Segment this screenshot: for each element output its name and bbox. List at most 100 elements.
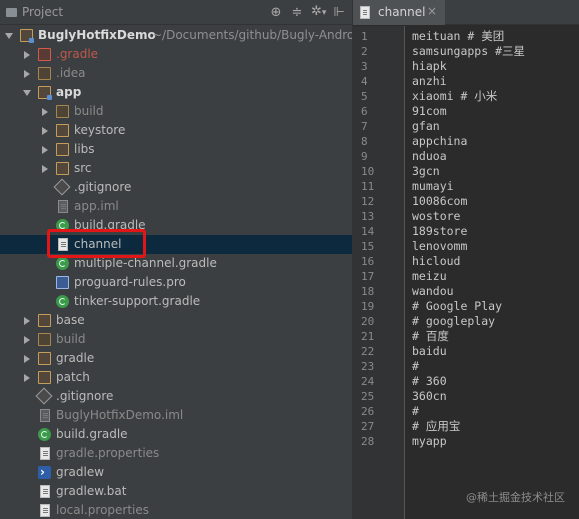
tree-item-gitignore[interactable]: .gitignore [0, 178, 352, 197]
tree-item-app-iml[interactable]: app.iml [0, 197, 352, 216]
code-line[interactable]: nduoa [412, 149, 447, 164]
expand-arrow-down-icon[interactable] [4, 26, 14, 45]
tree-item-label: local.properties [56, 503, 150, 517]
expand-arrow-right-icon[interactable] [22, 330, 32, 349]
code-line[interactable]: 91com [412, 104, 447, 119]
expand-arrow-right-icon[interactable] [22, 368, 32, 387]
code-line[interactable]: wandou [412, 284, 454, 299]
tree-item-idea[interactable]: .idea [0, 64, 352, 83]
gradle-icon [38, 428, 51, 441]
folder-icon [38, 333, 51, 346]
code-line[interactable]: meituan # 美团 [412, 29, 504, 44]
channel-highlight-box [47, 229, 146, 258]
line-number: 7 [361, 120, 368, 133]
code-line[interactable]: # 360 [412, 374, 447, 389]
collapse-all-icon[interactable]: ≑ [290, 5, 304, 21]
code-line[interactable]: # Google Play [412, 299, 502, 314]
line-number: 15 [361, 240, 375, 253]
tree-item-gradle[interactable]: .gradle [0, 45, 352, 64]
tree-item-tinker-support-gradle[interactable]: tinker-support.gradle [0, 292, 352, 311]
line-number: 8 [361, 135, 368, 148]
line-number: 10 [361, 165, 375, 178]
module-folder-icon [20, 29, 34, 43]
tree-item-gradle-properties[interactable]: gradle.properties [0, 444, 352, 463]
tree-item-app[interactable]: app [0, 83, 352, 102]
line-number: 26 [361, 405, 375, 418]
tree-item-label: gradle.properties [56, 446, 160, 460]
folder-icon [56, 105, 69, 118]
code-line[interactable]: mumayi [412, 179, 454, 194]
code-line[interactable]: xiaomi # 小米 [412, 89, 497, 104]
project-folder-icon [6, 7, 17, 17]
project-path-label: ~/Documents/github/Bugly-Android [152, 28, 352, 42]
expand-arrow-right-icon[interactable] [40, 159, 50, 178]
code-line[interactable]: 189store [412, 224, 467, 239]
project-panel-header: Project ⊕ ≑ ✲▾ ⊩ [0, 0, 352, 25]
code-line[interactable]: # 百度 [412, 329, 449, 344]
tree-item-label: app.iml [74, 199, 119, 213]
project-view-selector[interactable]: Project [6, 5, 63, 19]
project-panel: Project ⊕ ≑ ✲▾ ⊩ BuglyHotfixDemo ~/Docume… [0, 0, 352, 519]
code-line[interactable]: baidu [412, 344, 447, 359]
tree-item-label: .gitignore [74, 180, 132, 194]
code-line[interactable]: myapp [412, 434, 447, 449]
line-number: 16 [361, 255, 375, 268]
iml-file-icon [58, 200, 68, 213]
expand-arrow-right-icon[interactable] [22, 311, 32, 330]
code-line[interactable]: 3gcn [412, 164, 440, 179]
code-line[interactable]: # 应用宝 [412, 419, 460, 434]
code-line[interactable]: samsungapps #三星 [412, 44, 525, 59]
expand-arrow-right-icon[interactable] [40, 121, 50, 140]
line-number: 28 [361, 435, 375, 448]
code-line[interactable]: meizu [412, 269, 447, 284]
gear-icon[interactable]: ✲▾ [311, 4, 326, 21]
expand-arrow-right-icon[interactable] [22, 64, 32, 83]
tree-item-buglyhotfixdemo-iml[interactable]: BuglyHotfixDemo.iml [0, 406, 352, 425]
code-line[interactable]: lenovomm [412, 239, 467, 254]
gradle-icon [56, 295, 69, 308]
expand-arrow-down-icon[interactable] [22, 83, 32, 102]
tree-item-keystore[interactable]: keystore [0, 121, 352, 140]
tree-item-build[interactable]: build [0, 102, 352, 121]
expand-arrow-right-icon[interactable] [22, 349, 32, 368]
scroll-from-source-icon[interactable]: ⊕ [269, 5, 283, 21]
code-line[interactable]: wostore [412, 209, 460, 224]
tree-item-base[interactable]: base [0, 311, 352, 330]
tree-item-gradlew-bat[interactable]: gradlew.bat [0, 482, 352, 501]
line-number: 25 [361, 390, 375, 403]
code-line[interactable]: gfan [412, 119, 440, 134]
folder-icon [38, 48, 51, 61]
line-number: 9 [361, 150, 368, 163]
tab-channel[interactable]: channel × [353, 0, 445, 25]
tree-item-gradle[interactable]: gradle [0, 349, 352, 368]
code-line[interactable]: # [412, 404, 419, 419]
line-number-gutter: 1 2 3 4 5 6 7 8 9 10 11 12 13 14 15 16 17 18 19 20 21 22 23 24 2… [353, 26, 405, 519]
code-line[interactable]: hiapk [412, 59, 447, 74]
tree-item-gradlew[interactable]: gradlew [0, 463, 352, 482]
line-number: 14 [361, 225, 375, 238]
code-line[interactable]: 10086com [412, 194, 467, 209]
tree-item-label: gradle [56, 351, 95, 365]
tree-item-build-gradle[interactable]: build.gradle [0, 425, 352, 444]
tree-item-gitignore[interactable]: .gitignore [0, 387, 352, 406]
expand-arrow-right-icon[interactable] [40, 102, 50, 121]
tree-item-build[interactable]: build [0, 330, 352, 349]
tree-item-proguard-rules-pro[interactable]: proguard-rules.pro [0, 273, 352, 292]
code-line[interactable]: anzhi [412, 74, 447, 89]
text-file-icon [40, 447, 50, 460]
tree-item-patch[interactable]: patch [0, 368, 352, 387]
code-line[interactable]: appchina [412, 134, 467, 149]
code-line[interactable]: hicloud [412, 254, 460, 269]
code-line[interactable]: # googleplay [412, 314, 495, 329]
tree-item-buglyhotfixdemo[interactable]: BuglyHotfixDemo ~/Documents/github/Bugly-… [0, 26, 352, 45]
tab-close-icon[interactable]: × [427, 4, 437, 18]
expand-arrow-right-icon[interactable] [22, 45, 32, 64]
tree-item-src[interactable]: src [0, 159, 352, 178]
tree-item-local-properties[interactable]: local.properties [0, 501, 352, 519]
expand-arrow-right-icon[interactable] [40, 140, 50, 159]
tree-item-libs[interactable]: libs [0, 140, 352, 159]
code-line[interactable]: 360cn [412, 389, 447, 404]
code-line[interactable]: # [412, 359, 419, 374]
hide-panel-icon[interactable]: ⊩ [332, 5, 346, 21]
line-number: 11 [361, 180, 375, 193]
